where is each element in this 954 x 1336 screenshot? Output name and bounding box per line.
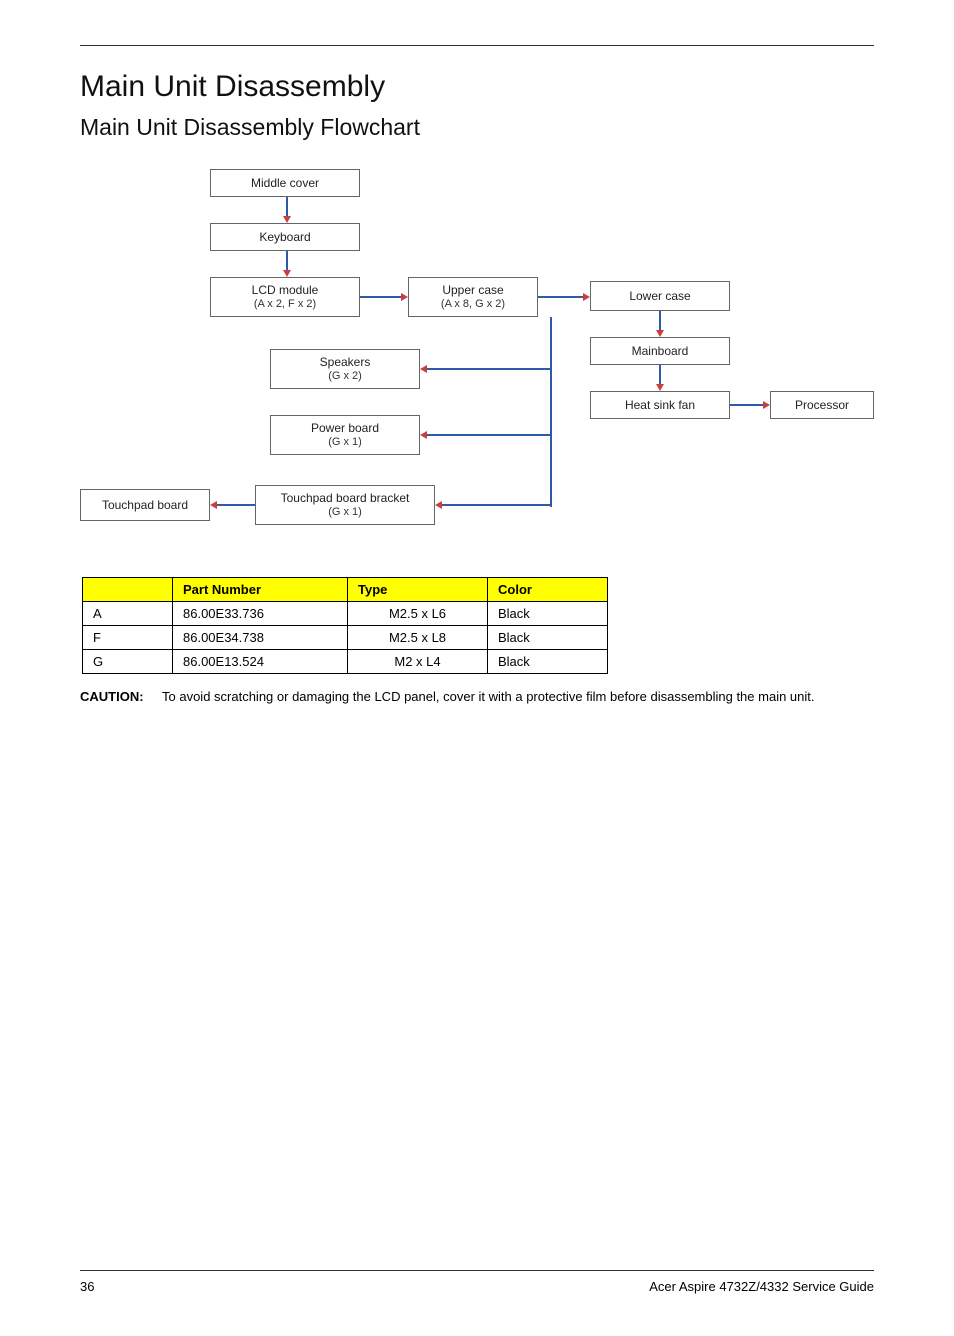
table-row: A 86.00E33.736 M2.5 x L6 Black (83, 602, 608, 626)
node-label: Touchpad board (102, 498, 188, 512)
th-blank (83, 578, 173, 602)
node-annotation: (A x 8, G x 2) (441, 298, 505, 311)
caution-text: To avoid scratching or damaging the LCD … (162, 688, 874, 707)
node-label: Power board (311, 421, 379, 435)
node-mainboard: Mainboard (590, 337, 730, 365)
cell-color: Black (488, 650, 608, 674)
node-label: Keyboard (259, 230, 310, 244)
cell-pn: 86.00E33.736 (173, 602, 348, 626)
table-row: G 86.00E13.524 M2 x L4 Black (83, 650, 608, 674)
node-label: Mainboard (632, 344, 689, 358)
table-row: F 86.00E34.738 M2.5 x L8 Black (83, 626, 608, 650)
parts-table: Part Number Type Color A 86.00E33.736 M2… (82, 577, 608, 674)
cell-pn: 86.00E13.524 (173, 650, 348, 674)
node-power-board: Power board (G x 1) (270, 415, 420, 455)
cell-color: Black (488, 602, 608, 626)
node-touchpad-board: Touchpad board (80, 489, 210, 521)
node-label: Lower case (629, 289, 690, 303)
page-footer: 36 Acer Aspire 4732Z/4332 Service Guide (80, 1270, 874, 1294)
page-number: 36 (80, 1279, 94, 1294)
table-header-row: Part Number Type Color (83, 578, 608, 602)
node-lcd-module: LCD module (A x 2, F x 2) (210, 277, 360, 317)
node-label: Middle cover (251, 176, 319, 190)
node-label: LCD module (252, 283, 319, 297)
th-part-number: Part Number (173, 578, 348, 602)
cell-type: M2 x L4 (348, 650, 488, 674)
cell-code: G (83, 650, 173, 674)
th-color: Color (488, 578, 608, 602)
caution-note: CAUTION: To avoid scratching or damaging… (80, 688, 874, 707)
node-upper-case: Upper case (A x 8, G x 2) (408, 277, 538, 317)
node-annotation: (G x 1) (328, 506, 362, 519)
node-processor: Processor (770, 391, 874, 419)
node-label: Processor (795, 398, 849, 412)
node-label: Touchpad board bracket (281, 491, 410, 505)
caution-label: CAUTION: (80, 688, 162, 707)
cell-pn: 86.00E34.738 (173, 626, 348, 650)
node-heat-sink-fan: Heat sink fan (590, 391, 730, 419)
node-speakers: Speakers (G x 2) (270, 349, 420, 389)
node-label: Speakers (320, 355, 371, 369)
node-annotation: (G x 1) (328, 436, 362, 449)
node-keyboard: Keyboard (210, 223, 360, 251)
cell-color: Black (488, 626, 608, 650)
th-type: Type (348, 578, 488, 602)
node-annotation: (A x 2, F x 2) (254, 298, 316, 311)
node-label: Heat sink fan (625, 398, 695, 412)
node-middle-cover: Middle cover (210, 169, 360, 197)
page-title: Main Unit Disassembly (80, 70, 874, 104)
cell-code: F (83, 626, 173, 650)
cell-code: A (83, 602, 173, 626)
node-touchpad-bracket: Touchpad board bracket (G x 1) (255, 485, 435, 525)
doc-title: Acer Aspire 4732Z/4332 Service Guide (649, 1279, 874, 1294)
cell-type: M2.5 x L8 (348, 626, 488, 650)
node-label: Upper case (442, 283, 503, 297)
node-lower-case: Lower case (590, 281, 730, 311)
section-subtitle: Main Unit Disassembly Flowchart (80, 114, 874, 141)
flowchart-diagram: Middle cover Keyboard LCD module (A x 2,… (80, 159, 874, 559)
cell-type: M2.5 x L6 (348, 602, 488, 626)
node-annotation: (G x 2) (328, 370, 362, 383)
